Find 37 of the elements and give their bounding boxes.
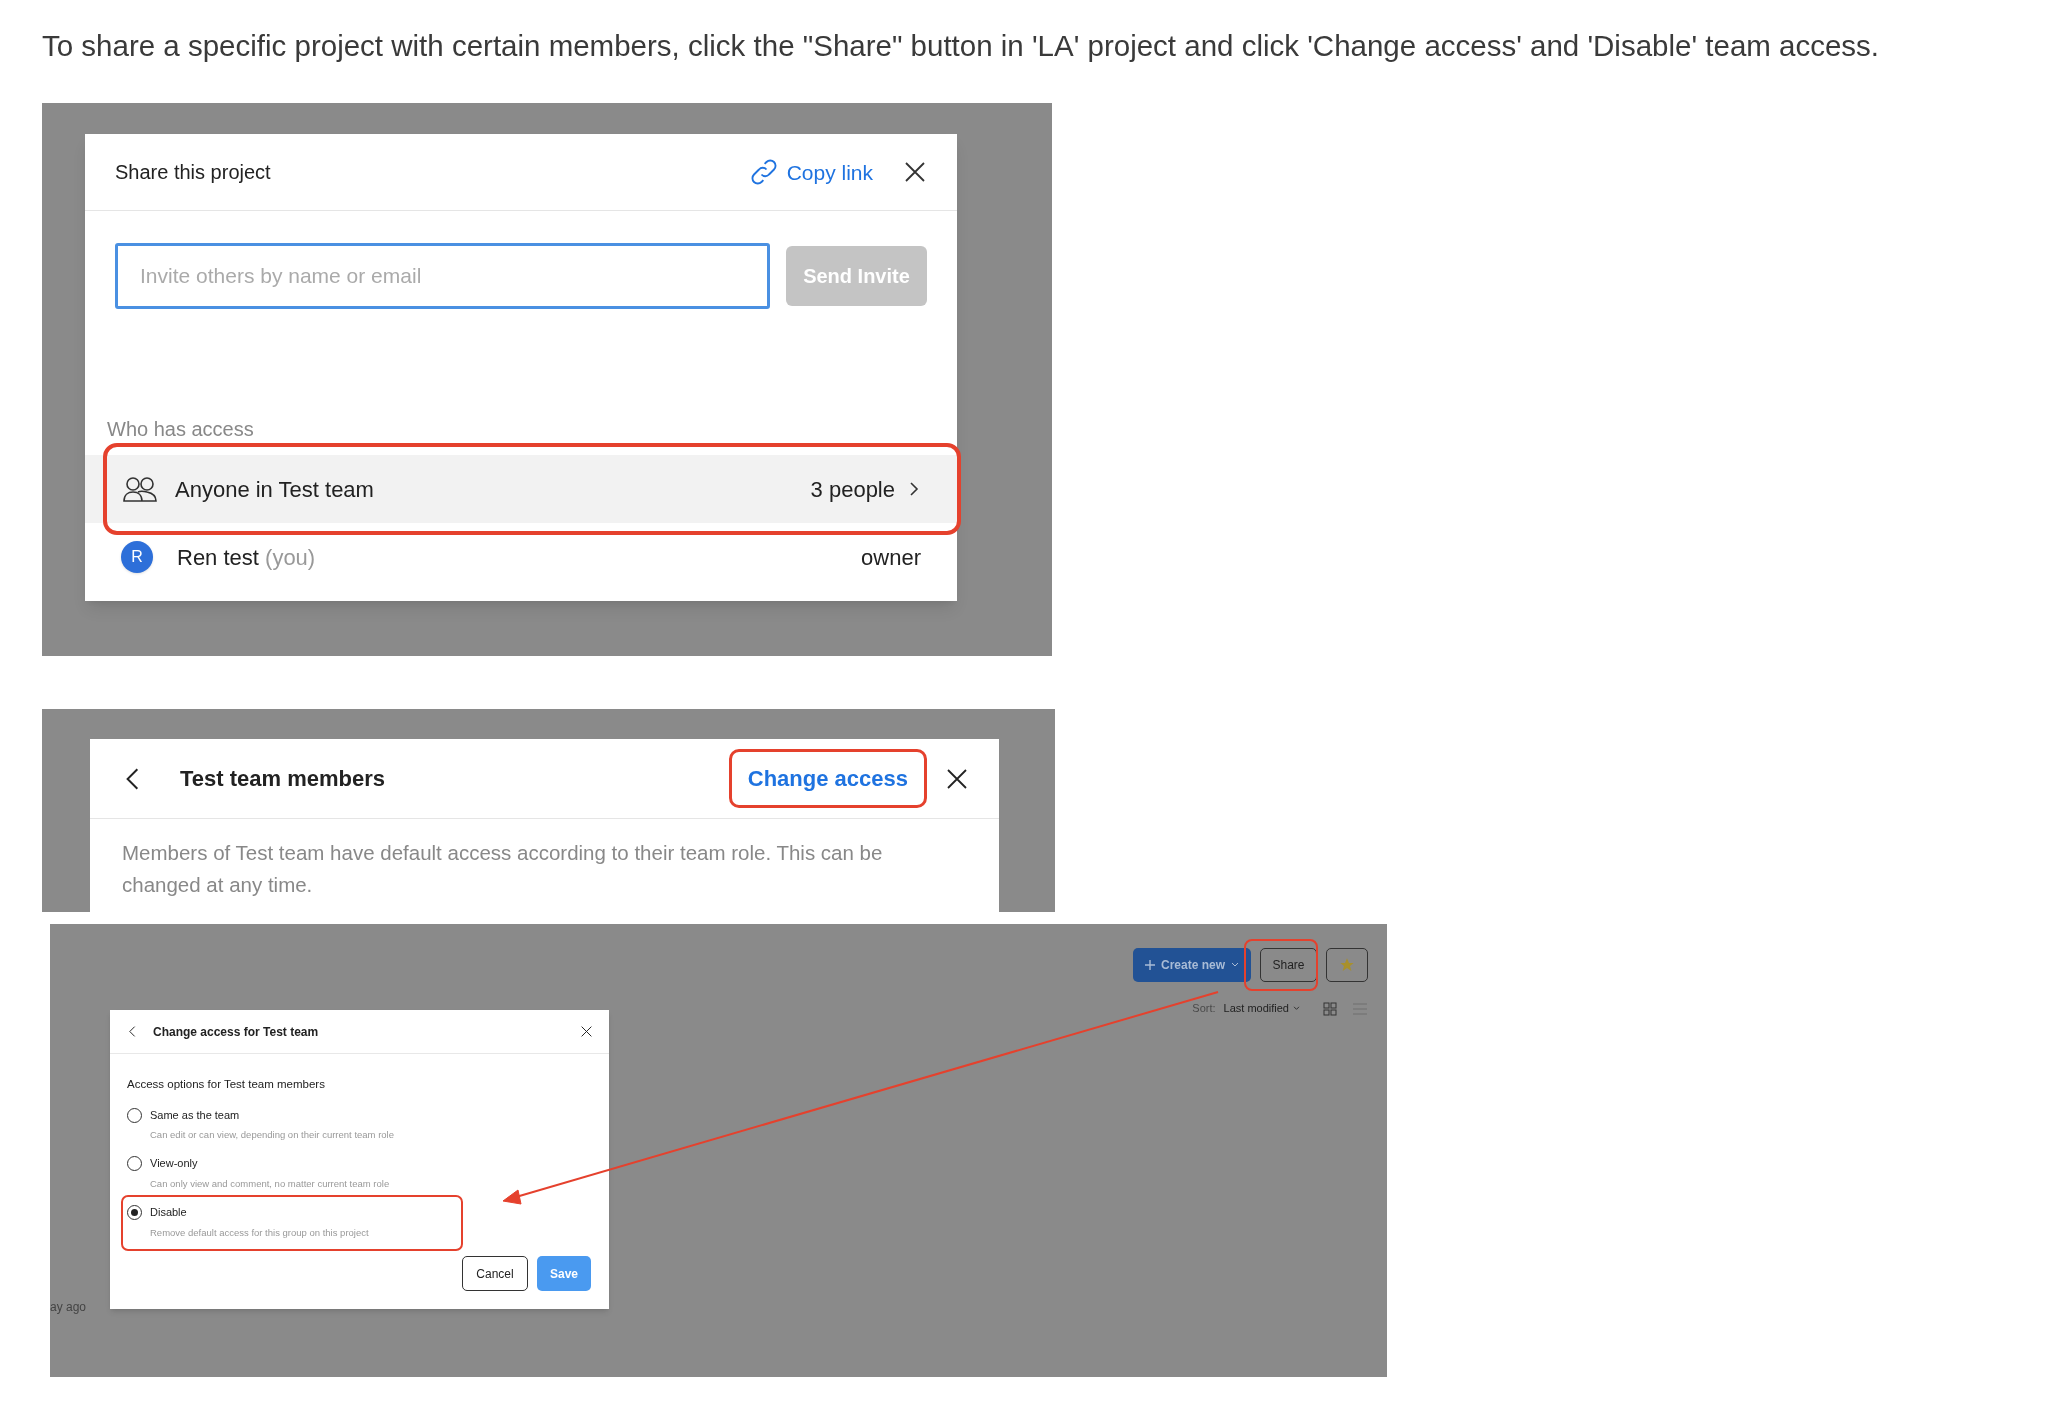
option-description: Can only view and comment, no matter current team role [150, 1176, 390, 1191]
dialog-title: Test team members [180, 765, 385, 794]
access-heading: Who has access [106, 417, 255, 442]
instruction-text: To share a specific project with certain members, click the "Share" button in 'LA' project and click 'Change access' and 'Disable' team access. [41, 28, 1881, 64]
people-icon [123, 476, 157, 503]
caret-icon [1293, 1006, 1300, 1011]
sort-dropdown[interactable]: Last modified [1223, 1000, 1300, 1017]
option-label: Same as the team [150, 1107, 241, 1123]
sort-label: Sort: [1192, 1001, 1216, 1017]
option-description: Can edit or can view, depending on their current team role [150, 1128, 394, 1142]
dialog-title: Change access for Test team [153, 1023, 319, 1041]
caret-icon [1231, 962, 1239, 969]
change-access-link[interactable]: Change access [728, 749, 927, 809]
chevron-right-icon [909, 481, 919, 498]
team-access-row[interactable]: Anyone in Test team 3 people [85, 455, 957, 524]
option-label: View-only [150, 1156, 199, 1172]
close-icon[interactable] [945, 766, 969, 791]
avatar: R [121, 541, 153, 574]
team-name: Anyone in Test team [175, 475, 374, 504]
option-description: Remove default access for this group on this project [150, 1225, 369, 1240]
plus-icon [1144, 960, 1155, 971]
options-heading: Access options for Test team members [127, 1077, 326, 1093]
description-text: Members of Test team have default access according to their team role. This can be changed at any time. [121, 840, 884, 899]
create-new-button[interactable]: Create new [1132, 948, 1251, 983]
favorite-button[interactable] [1326, 948, 1368, 983]
timestamp-text: ay ago [50, 1300, 87, 1315]
dialog-title: Share this project [115, 160, 271, 186]
grid-view-icon[interactable] [1322, 1000, 1338, 1017]
save-button[interactable]: Save [537, 1256, 591, 1292]
option-label: Disable [150, 1205, 188, 1220]
member-name: Ren test (you) [177, 543, 316, 572]
invite-input[interactable]: Invite others by name or email [115, 243, 770, 310]
member-role: owner [861, 543, 921, 572]
people-count: 3 people [810, 475, 895, 504]
close-icon[interactable] [580, 1025, 593, 1039]
cancel-button[interactable]: Cancel [462, 1256, 528, 1292]
copy-link[interactable]: Copy link [748, 156, 873, 188]
